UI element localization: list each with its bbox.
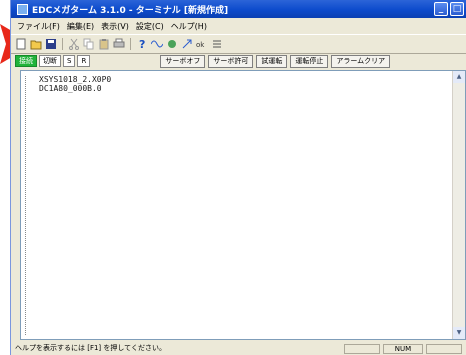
terminal-editor[interactable]: XSYS1018_2.X0P0 DC1A80_000B.0 ▲ ▼: [20, 70, 466, 340]
svg-text:ok: ok: [196, 41, 205, 49]
title-bar[interactable]: EDCメガターム 3.1.0 - ターミナル [新規作成] _ □: [11, 0, 466, 18]
menu-view[interactable]: 表示(V): [101, 21, 129, 32]
scroll-up-icon[interactable]: ▲: [453, 71, 465, 83]
disconnect-status-tag[interactable]: 切断: [39, 55, 61, 67]
wave-icon[interactable]: [151, 38, 163, 50]
app-window: EDCメガターム 3.1.0 - ターミナル [新規作成] _ □ ファイル(F…: [10, 0, 466, 355]
servo-icon[interactable]: [166, 38, 178, 50]
receive-indicator: R: [77, 55, 91, 67]
alarm-clear-button[interactable]: アラームクリア: [331, 54, 391, 68]
toolbar: ? ok: [11, 34, 466, 54]
command-bar: 接続 切断 S R サーボオフ サーボ許可 試運転 運転停止 アラームクリア: [11, 53, 466, 69]
cut-icon[interactable]: [68, 38, 80, 50]
arrow-icon[interactable]: [181, 38, 193, 50]
send-indicator: S: [63, 55, 76, 67]
toolbar-separator: [130, 38, 131, 50]
menu-help[interactable]: ヘルプ(H): [171, 21, 207, 32]
status-help-text: ヘルプを表示するには [F1] を押してください。: [15, 344, 166, 352]
servo-enable-button[interactable]: サーボ許可: [208, 54, 254, 68]
line-gutter: [25, 76, 32, 335]
save-icon[interactable]: [45, 38, 57, 50]
maximize-button[interactable]: □: [450, 2, 464, 16]
menu-file[interactable]: ファイル(F): [17, 21, 60, 32]
open-icon[interactable]: [30, 38, 42, 50]
list-icon[interactable]: [211, 38, 223, 50]
editor-line: DC1A80_000B.0: [39, 84, 102, 93]
print-icon[interactable]: [113, 38, 125, 50]
new-icon[interactable]: [15, 38, 27, 50]
scroll-down-icon[interactable]: ▼: [453, 327, 465, 339]
status-panel-blank: [344, 344, 380, 354]
svg-text:?: ?: [139, 38, 145, 50]
minimize-button[interactable]: _: [434, 2, 448, 16]
window-controls: _ □: [434, 2, 464, 16]
menu-edit[interactable]: 編集(E): [67, 21, 94, 32]
servo-off-button[interactable]: サーボオフ: [160, 54, 206, 68]
app-icon: [17, 3, 28, 15]
paste-icon[interactable]: [98, 38, 110, 50]
menu-bar: ファイル(F) 編集(E) 表示(V) 設定(C) ヘルプ(H): [11, 18, 466, 34]
toolbar-separator: [62, 38, 63, 50]
ok-icon[interactable]: ok: [196, 38, 208, 50]
num-lock-indicator: NUM: [383, 344, 423, 354]
status-panel-blank: [426, 344, 462, 354]
stop-operation-button[interactable]: 運転停止: [290, 54, 329, 68]
copy-icon[interactable]: [83, 38, 95, 50]
trial-run-button[interactable]: 試運転: [256, 54, 288, 68]
help-icon[interactable]: ?: [136, 38, 148, 50]
editor-line: XSYS1018_2.X0P0: [39, 75, 112, 84]
connect-status-tag[interactable]: 接続: [15, 55, 37, 67]
window-title: EDCメガターム 3.1.0 - ターミナル [新規作成]: [32, 5, 229, 16]
editor-text: XSYS1018_2.X0P0 DC1A80_000B.0: [39, 75, 111, 93]
vertical-scrollbar[interactable]: ▲ ▼: [452, 71, 465, 339]
menu-settings[interactable]: 設定(C): [136, 21, 164, 32]
